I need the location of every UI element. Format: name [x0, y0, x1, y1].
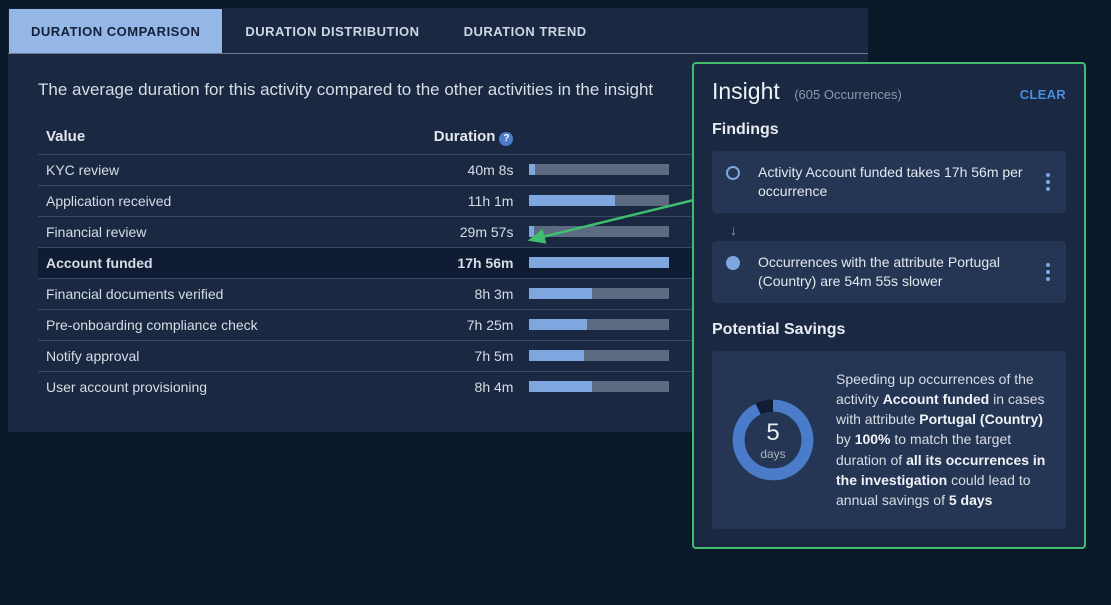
tab-bar: Duration Comparison Duration Distributio… — [8, 8, 868, 54]
finding-card[interactable]: Activity Account funded takes 17h 56m pe… — [712, 151, 1066, 213]
savings-description: Speeding up occurrences of the activity … — [836, 369, 1048, 511]
row-duration: 7h 5m — [378, 340, 521, 371]
row-duration: 8h 3m — [378, 278, 521, 309]
finding-card[interactable]: Occurrences with the attribute Portugal … — [712, 241, 1066, 303]
col-duration[interactable]: Duration? — [378, 122, 521, 154]
tab-duration-trend[interactable]: Duration Trend — [442, 8, 609, 53]
row-value: KYC review — [38, 154, 378, 185]
finding-bullet-icon — [726, 166, 740, 180]
row-bar — [521, 247, 677, 278]
row-duration: 7h 25m — [378, 309, 521, 340]
row-bar — [521, 185, 677, 216]
row-bar — [521, 309, 677, 340]
insight-title: Insight — [712, 78, 780, 104]
row-bar — [521, 371, 677, 402]
down-arrow-icon: ↓ — [712, 219, 1066, 241]
savings-heading: Potential Savings — [712, 321, 1066, 339]
row-bar — [521, 154, 677, 185]
row-bar — [521, 216, 677, 247]
row-value: Financial review — [38, 216, 378, 247]
row-duration: 40m 8s — [378, 154, 521, 185]
findings-heading: Findings — [712, 121, 1066, 139]
tab-duration-distribution[interactable]: Duration Distribution — [223, 8, 441, 53]
row-value: Pre-onboarding compliance check — [38, 309, 378, 340]
row-value: Application received — [38, 185, 378, 216]
row-bar — [521, 340, 677, 371]
col-value[interactable]: Value — [38, 122, 378, 154]
finding-menu-button[interactable] — [1038, 260, 1058, 284]
savings-unit: days — [760, 447, 785, 461]
row-duration: 8h 4m — [378, 371, 521, 402]
finding-text: Occurrences with the attribute Portugal … — [758, 254, 1000, 289]
clear-button[interactable]: CLEAR — [1020, 87, 1066, 102]
insight-occurrences: (605 Occurrences) — [794, 87, 902, 102]
row-value: Financial documents verified — [38, 278, 378, 309]
row-value: User account provisioning — [38, 371, 378, 402]
savings-value: 5 — [766, 419, 779, 447]
savings-card: 5 days Speeding up occurrences of the ac… — [712, 351, 1066, 529]
finding-text: Activity Account funded takes 17h 56m pe… — [758, 164, 1023, 199]
savings-ring-icon: 5 days — [730, 397, 816, 483]
finding-bullet-icon — [726, 256, 740, 270]
tab-duration-comparison[interactable]: Duration Comparison — [8, 8, 223, 53]
col-bar — [521, 122, 677, 154]
row-value: Account funded — [38, 247, 378, 278]
finding-menu-button[interactable] — [1038, 170, 1058, 194]
row-duration: 11h 1m — [378, 185, 521, 216]
help-icon[interactable]: ? — [499, 132, 513, 146]
insight-panel: Insight (605 Occurrences) CLEAR Findings… — [692, 62, 1086, 549]
row-duration: 29m 57s — [378, 216, 521, 247]
row-bar — [521, 278, 677, 309]
row-duration: 17h 56m — [378, 247, 521, 278]
row-value: Notify approval — [38, 340, 378, 371]
